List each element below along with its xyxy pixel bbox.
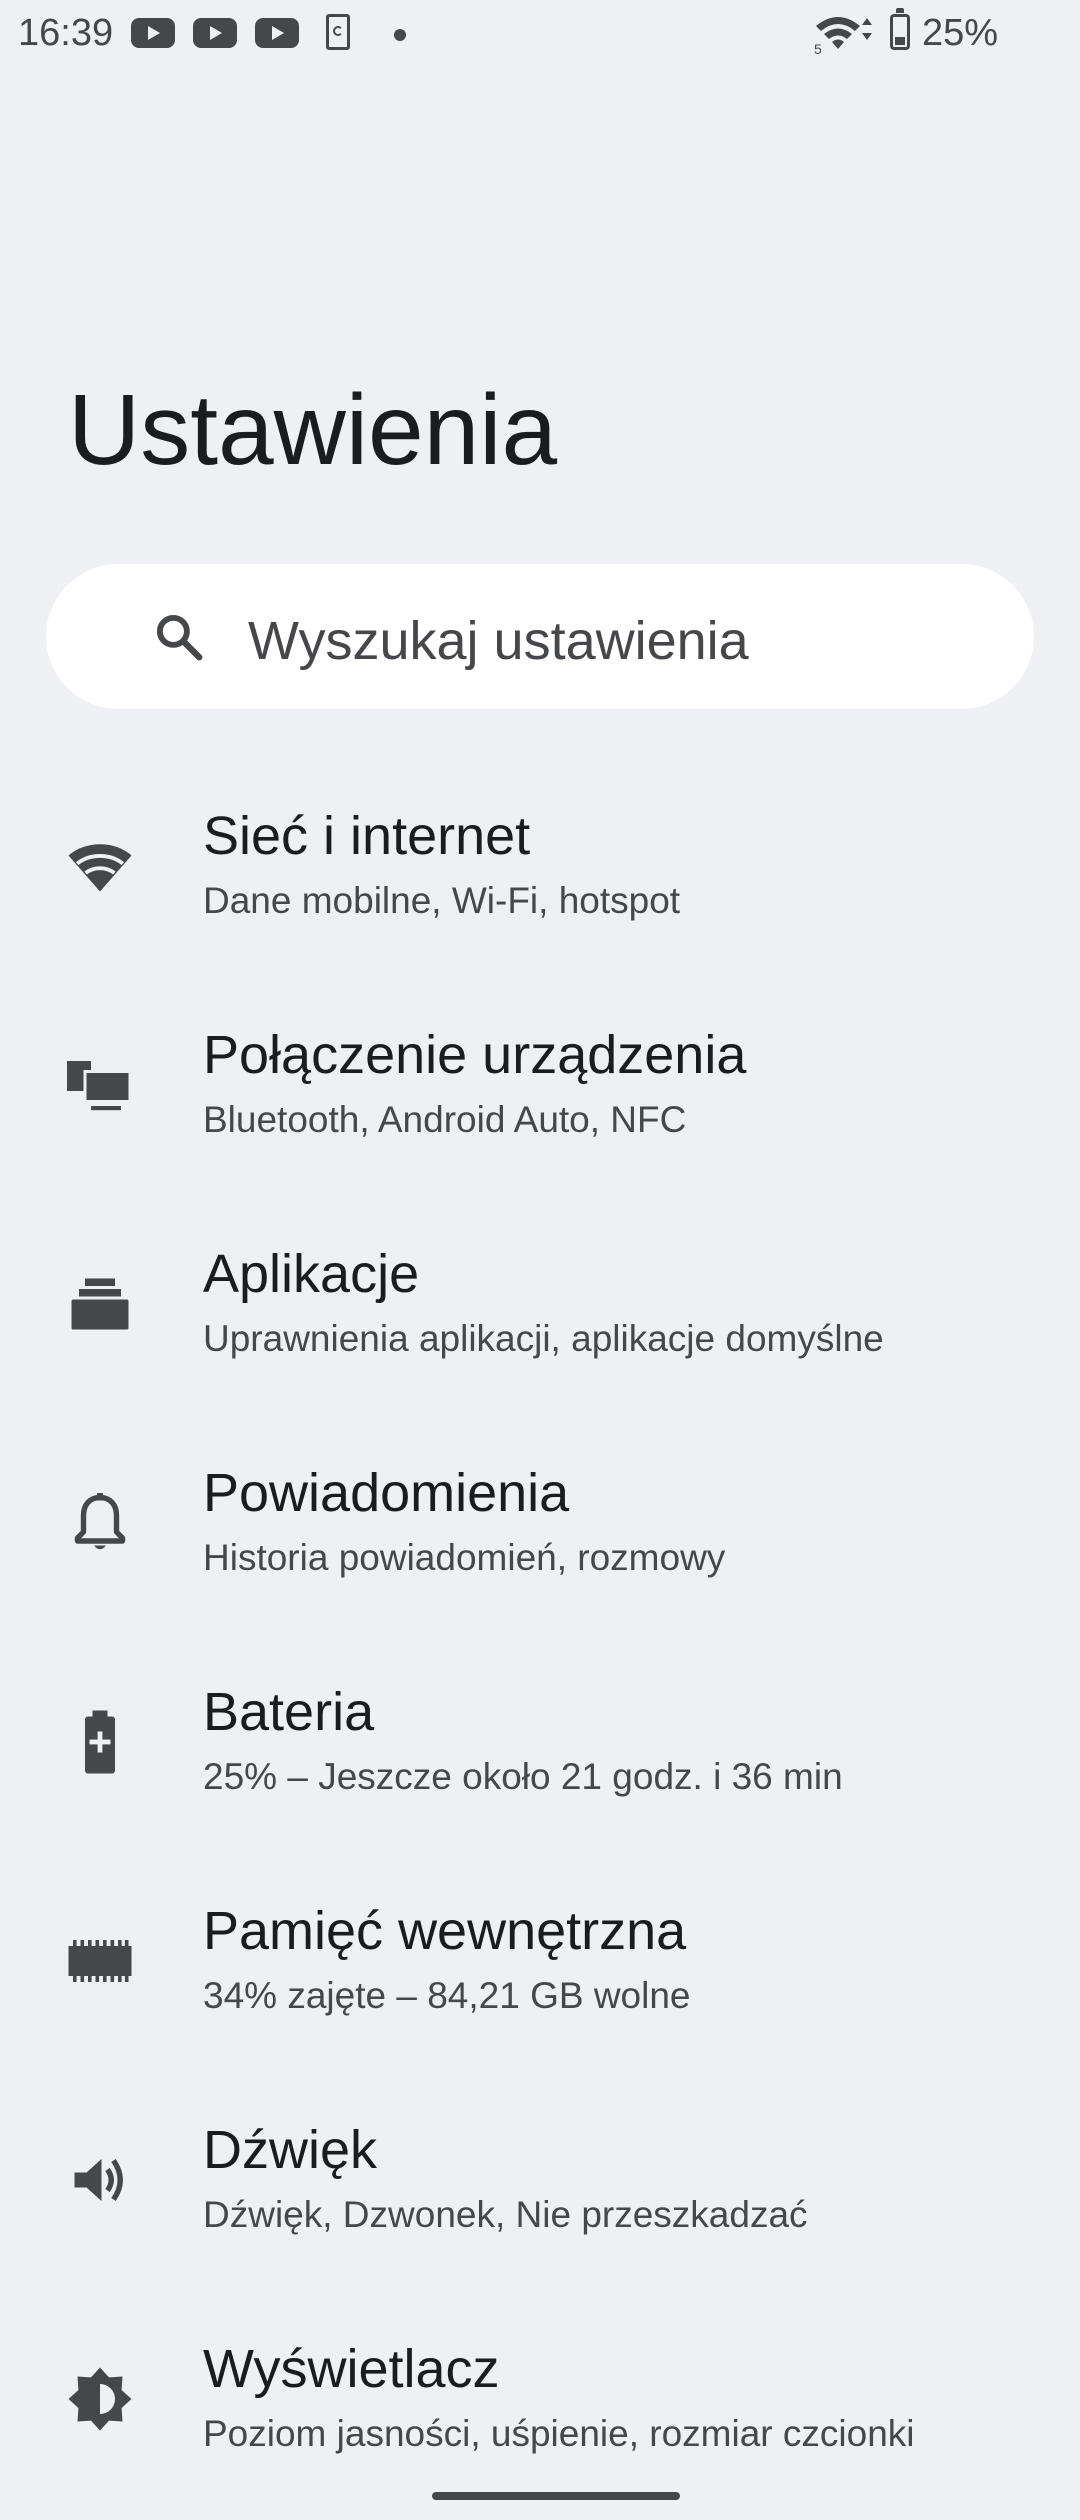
status-time: 16:39 bbox=[18, 12, 114, 54]
settings-item-title: Połączenie urządzenia bbox=[203, 1025, 747, 1085]
brightness-icon bbox=[64, 2363, 136, 2435]
settings-item-subtitle: Dźwięk, Dzwonek, Nie przeszkadzać bbox=[203, 2194, 808, 2235]
status-bar: 16:39 5 25% bbox=[0, 0, 1080, 70]
gesture-navigation-bar[interactable] bbox=[432, 2492, 680, 2500]
settings-item-storage[interactable]: Pamięć wewnętrzna 34% zajęte – 84,21 GB … bbox=[0, 1835, 1080, 2054]
search-icon bbox=[152, 610, 206, 664]
bell-icon bbox=[64, 1487, 136, 1559]
wifi-badge: 5 bbox=[814, 41, 822, 54]
page-title: Ustawienia bbox=[68, 374, 558, 486]
settings-item-title: Dźwięk bbox=[203, 2120, 378, 2180]
settings-item-connected-devices[interactable]: Połączenie urządzenia Bluetooth, Android… bbox=[0, 959, 1080, 1178]
settings-item-subtitle: Uprawnienia aplikacji, aplikacje domyśln… bbox=[203, 1318, 884, 1359]
settings-item-subtitle: 25% – Jeszcze około 21 godz. i 36 min bbox=[203, 1756, 843, 1797]
battery-percent: 25% bbox=[922, 12, 999, 54]
settings-item-subtitle: Dane mobilne, Wi-Fi, hotspot bbox=[203, 880, 681, 921]
settings-item-subtitle: Bluetooth, Android Auto, NFC bbox=[203, 1099, 687, 1140]
apps-icon bbox=[64, 1268, 136, 1340]
wifi-icon bbox=[64, 830, 136, 902]
sim-icon bbox=[326, 14, 350, 50]
settings-item-title: Bateria bbox=[203, 1682, 375, 1742]
settings-item-battery[interactable]: Bateria 25% – Jeszcze około 21 godz. i 3… bbox=[0, 1616, 1080, 1835]
settings-item-title: Wyświetlacz bbox=[203, 2339, 500, 2399]
storage-icon bbox=[64, 1925, 136, 1997]
settings-item-title: Sieć i internet bbox=[203, 806, 531, 866]
settings-item-network[interactable]: Sieć i internet Dane mobilne, Wi-Fi, hot… bbox=[0, 740, 1080, 959]
wifi-status-icon: 5 bbox=[814, 14, 876, 59]
settings-list: Sieć i internet Dane mobilne, Wi-Fi, hot… bbox=[0, 740, 1080, 2492]
settings-item-display[interactable]: Wyświetlacz Poziom jasności, uśpienie, r… bbox=[0, 2273, 1080, 2492]
settings-item-title: Aplikacje bbox=[203, 1244, 420, 1304]
battery-status-icon bbox=[890, 8, 910, 50]
search-placeholder: Wyszukaj ustawienia bbox=[248, 611, 749, 671]
battery-icon bbox=[64, 1706, 136, 1778]
devices-icon bbox=[64, 1049, 136, 1121]
speaker-icon bbox=[64, 2144, 136, 2216]
settings-item-apps[interactable]: Aplikacje Uprawnienia aplikacji, aplikac… bbox=[0, 1178, 1080, 1397]
youtube-notification-icon bbox=[131, 18, 175, 48]
youtube-notification-icon bbox=[193, 18, 237, 48]
more-notifications-dot-icon bbox=[394, 29, 406, 41]
settings-item-title: Powiadomienia bbox=[203, 1463, 570, 1523]
settings-item-subtitle: Historia powiadomień, rozmowy bbox=[203, 1537, 726, 1578]
settings-item-notifications[interactable]: Powiadomienia Historia powiadomień, rozm… bbox=[0, 1397, 1080, 1616]
settings-item-sound[interactable]: Dźwięk Dźwięk, Dzwonek, Nie przeszkadzać bbox=[0, 2054, 1080, 2273]
settings-item-subtitle: Poziom jasności, uśpienie, rozmiar czcio… bbox=[203, 2413, 915, 2454]
search-bar[interactable]: Wyszukaj ustawienia bbox=[46, 564, 1034, 709]
settings-item-subtitle: 34% zajęte – 84,21 GB wolne bbox=[203, 1975, 691, 2016]
settings-item-title: Pamięć wewnętrzna bbox=[203, 1901, 687, 1961]
youtube-notification-icon bbox=[255, 18, 299, 48]
